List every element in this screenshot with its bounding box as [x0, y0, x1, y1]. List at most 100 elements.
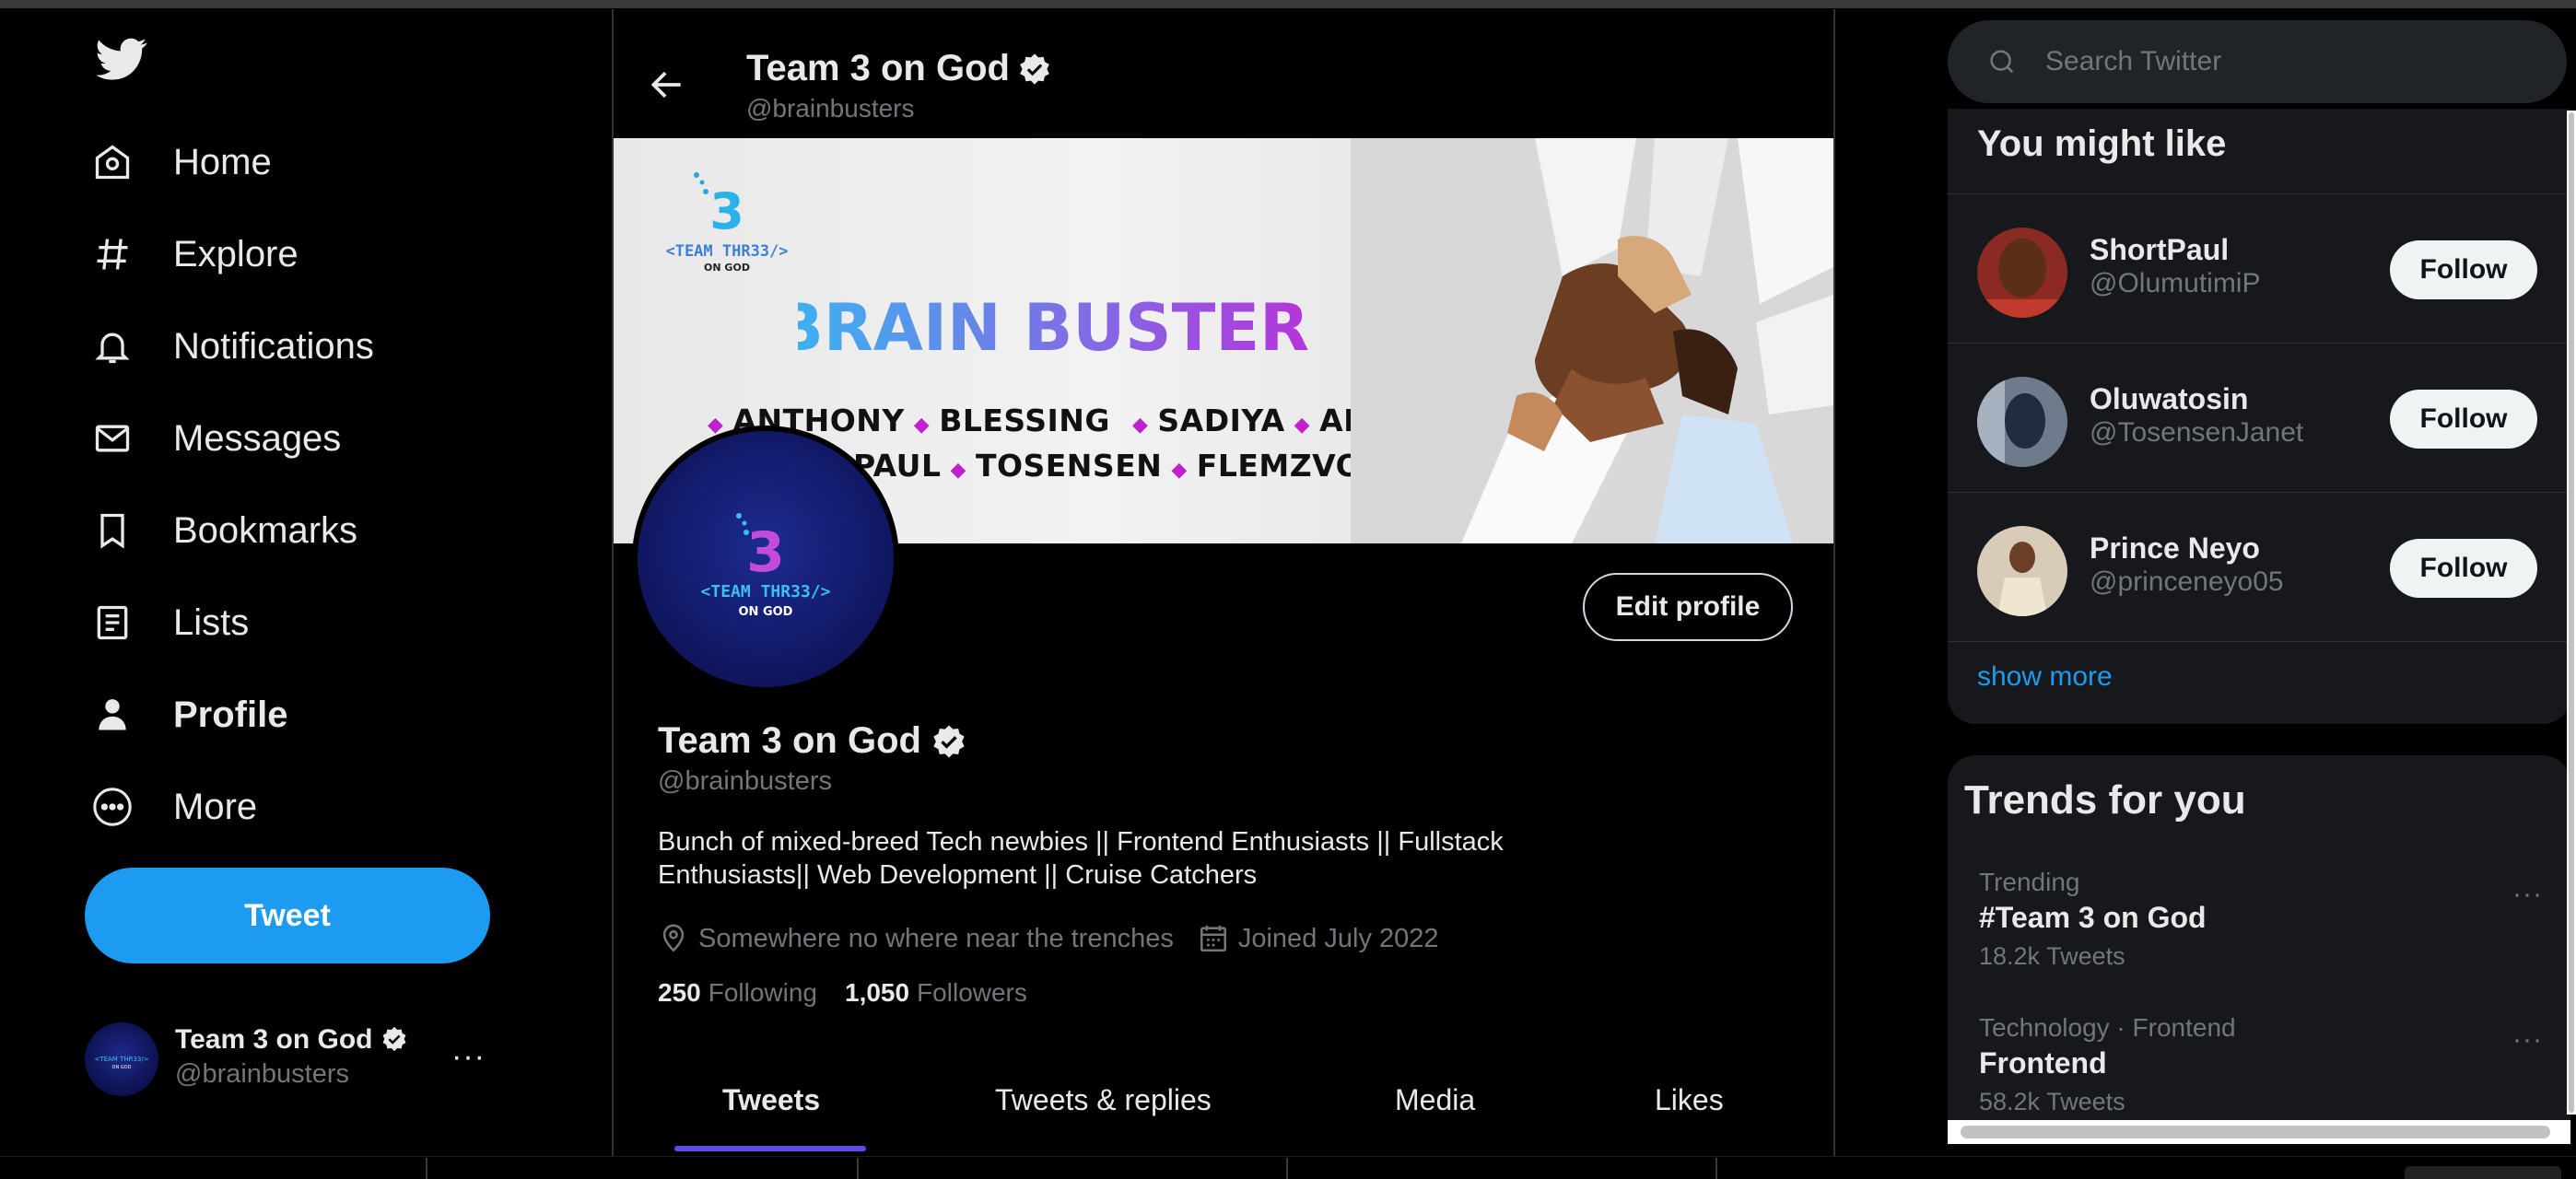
follow-stats: 250 Following 1,050 Followers	[658, 978, 1055, 1008]
follow-button[interactable]: Follow	[2390, 539, 2537, 598]
calendar-icon	[1200, 925, 1226, 952]
tab-likes[interactable]: Likes	[1655, 1083, 1724, 1117]
header-handle: @brainbusters	[746, 94, 915, 123]
account-handle: @brainbusters	[175, 1059, 350, 1089]
avatar	[1977, 228, 2067, 318]
trends-card: Trends for you Trending #Team 3 on God 1…	[1948, 755, 2570, 1124]
more-dots-icon[interactable]: ···	[451, 1039, 486, 1075]
banner-names-row1: ◆ANTHONY◆BLESSING◆SADIYA◆ADENIYI	[708, 403, 1462, 438]
account-switcher[interactable]: <TEAM THR33/> ON GOD Team 3 on God @brain…	[85, 1021, 499, 1098]
followers-link[interactable]: 1,050 Followers	[845, 978, 1027, 1008]
search-icon	[1990, 50, 2014, 74]
trends-title: Trends for you	[1964, 777, 2246, 823]
more-circle-icon	[87, 781, 138, 833]
active-tab-indicator	[674, 1146, 866, 1151]
profile-header-bar: Team 3 on God @brainbusters	[614, 9, 1833, 138]
back-arrow-icon[interactable]	[647, 64, 687, 105]
hashtag-icon	[87, 228, 138, 280]
profile-column: Team 3 on God @brainbusters 3 <TEAM THR3…	[612, 9, 1835, 1156]
nav-messages[interactable]: Messages	[87, 402, 341, 475]
profile-joined: Joined July 2022	[1237, 923, 1439, 953]
profile-bio: Bunch of mixed-breed Tech newbies || Fro…	[658, 827, 1504, 890]
nav-label: More	[173, 786, 258, 827]
corner-tab	[2405, 1166, 2561, 1179]
more-dots-icon[interactable]: ···	[2512, 879, 2543, 910]
nav-label: Profile	[173, 694, 288, 735]
avatar	[1977, 526, 2067, 616]
svg-text:3: 3	[746, 520, 785, 585]
following-link[interactable]: 250 Following	[658, 978, 817, 1008]
svg-text:<TEAM THR33/>: <TEAM THR33/>	[94, 1056, 148, 1063]
account-name: Team 3 on God	[175, 1024, 408, 1056]
svg-text:ON GOD: ON GOD	[112, 1065, 132, 1070]
tab-media[interactable]: Media	[1395, 1083, 1475, 1117]
nav-notifications[interactable]: Notifications	[87, 309, 374, 383]
location-pin-icon	[662, 924, 685, 952]
more-dots-icon[interactable]: ···	[2512, 1024, 2543, 1056]
nav-bookmarks[interactable]: Bookmarks	[87, 494, 357, 567]
bell-icon	[87, 321, 138, 372]
nav-label: Notifications	[173, 325, 374, 367]
nav-profile[interactable]: Profile	[87, 678, 287, 752]
nav-more[interactable]: More	[87, 770, 257, 844]
nav-lists[interactable]: Lists	[87, 586, 249, 660]
svg-text:<TEAM THR33/>: <TEAM THR33/>	[665, 242, 788, 261]
left-sidebar: Home Explore Notifications Messages Book…	[0, 0, 608, 1156]
follow-button[interactable]: Follow	[2390, 390, 2537, 449]
list-icon	[87, 597, 138, 648]
verified-badge-icon	[382, 1026, 406, 1052]
nav-label: Home	[173, 141, 272, 182]
search-input[interactable]	[2045, 46, 2506, 77]
bottom-strip	[0, 1156, 2576, 1179]
trend-item[interactable]: Trending #Team 3 on God 18.2k Tweets ···	[1979, 868, 2550, 971]
profile-handle: @brainbusters	[658, 766, 833, 796]
trend-item[interactable]: Technology · Frontend Frontend 58.2k Twe…	[1979, 1013, 2550, 1116]
nav-label: Messages	[173, 417, 342, 459]
tab-tweets[interactable]: Tweets	[722, 1083, 820, 1117]
hands-photo	[1351, 138, 1833, 543]
scrollbar-thumb[interactable]	[1961, 1126, 2550, 1138]
tab-tweets-replies[interactable]: Tweets & replies	[995, 1083, 1212, 1117]
nav-explore[interactable]: Explore	[87, 217, 299, 291]
vertical-scrollbar[interactable]	[2567, 111, 2576, 1115]
divider	[1948, 641, 2570, 642]
avatar	[1977, 377, 2067, 467]
bookmark-icon	[87, 505, 138, 556]
you-might-like-card: You might like ShortPaul @OlumutimiP Fol…	[1948, 109, 2570, 724]
person-icon	[87, 689, 138, 741]
nav-label: Bookmarks	[173, 509, 358, 551]
show-more-link[interactable]: show more	[1977, 661, 2113, 693]
svg-text:BRAIN BUSTERS: BRAIN BUSTERS	[798, 290, 1314, 366]
twitter-bird-icon[interactable]	[92, 33, 151, 85]
profile-name: Team 3 on God	[658, 720, 967, 762]
profile-tabs: Tweets Tweets & replies Media Likes	[614, 1050, 1833, 1151]
suggested-user[interactable]: Oluwatosin @TosensenJanet Follow	[1948, 343, 2570, 492]
scrollbar-thumb[interactable]	[2569, 112, 2574, 1113]
tweet-button[interactable]: Tweet	[85, 868, 490, 963]
avatar: <TEAM THR33/> ON GOD	[85, 1022, 158, 1096]
envelope-icon	[87, 413, 138, 464]
home-icon	[87, 136, 138, 188]
team-logo: 3 <TEAM THR33/> ON GOD	[665, 172, 789, 274]
profile-location: Somewhere no where near the trenches	[698, 923, 1174, 953]
banner-title: BRAIN BUSTERS	[798, 290, 1314, 366]
profile-meta: Somewhere no where near the trenches Joi…	[658, 923, 1463, 954]
verified-badge-icon	[933, 725, 965, 757]
svg-text:ON GOD: ON GOD	[704, 262, 750, 274]
search-bar[interactable]	[1948, 20, 2567, 103]
banner-names-row2: PAUL ◆ TOSENSEN ◆ FLEMZVON	[853, 448, 1388, 484]
suggested-user[interactable]: Prince Neyo @princeneyo05 Follow	[1948, 492, 2570, 641]
nav-label: Explore	[173, 233, 299, 274]
follow-button[interactable]: Follow	[2390, 240, 2537, 299]
edit-profile-button[interactable]: Edit profile	[1583, 573, 1793, 641]
suggested-user[interactable]: ShortPaul @OlumutimiP Follow	[1948, 193, 2570, 343]
svg-text:<TEAM THR33/>: <TEAM THR33/>	[701, 582, 831, 601]
you-might-like-title: You might like	[1977, 123, 2227, 164]
header-title: Team 3 on God	[746, 48, 1052, 89]
horizontal-scrollbar[interactable]	[1948, 1120, 2570, 1144]
svg-text:ON GOD: ON GOD	[739, 605, 793, 619]
nav-home[interactable]: Home	[87, 125, 272, 199]
profile-avatar[interactable]: 3 <TEAM THR33/> ON GOD	[632, 426, 899, 693]
verified-badge-icon	[1020, 53, 1049, 85]
nav-label: Lists	[173, 601, 250, 643]
